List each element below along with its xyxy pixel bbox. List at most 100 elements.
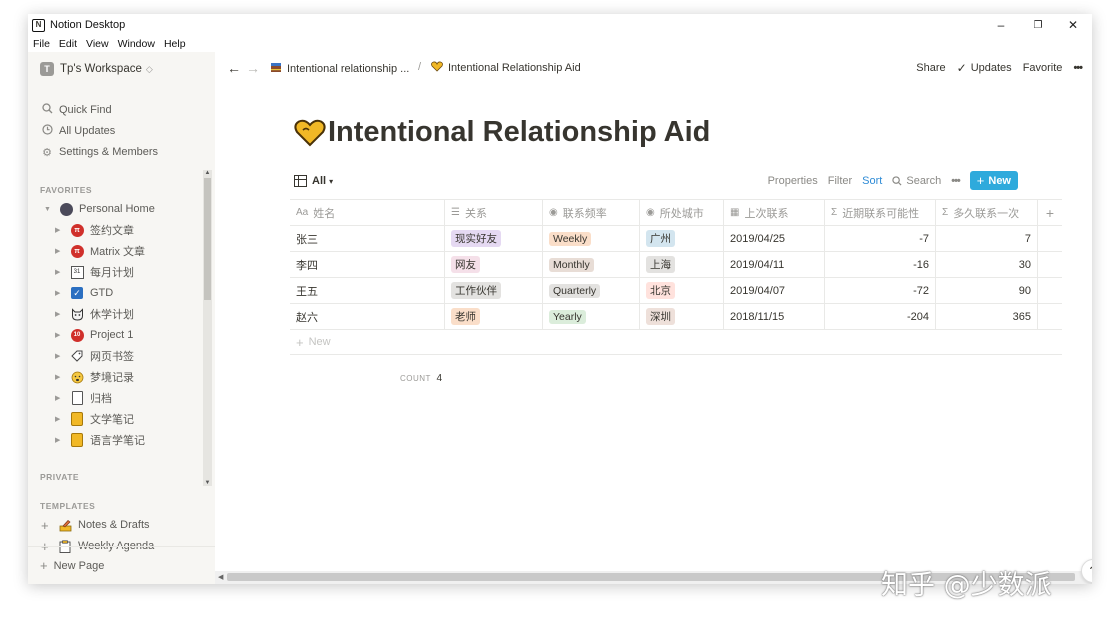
cell-frequency[interactable]: Monthly (543, 252, 640, 277)
expand-arrow-icon[interactable]: ▶ (55, 331, 65, 339)
sidebar-item-favorite[interactable]: ▶ 休学计划 (55, 305, 134, 323)
cell-city[interactable]: 上海 (640, 252, 724, 277)
breadcrumb-parent[interactable]: Intentional relationship ... (270, 61, 409, 76)
sidebar-item-personal-home[interactable]: ▼ Personal Home (44, 200, 155, 218)
cell-last-contact[interactable]: 2019/04/25 (724, 226, 825, 251)
cell-relation[interactable]: 网友 (445, 252, 543, 277)
cell-last-contact[interactable]: 2019/04/11 (724, 252, 825, 277)
sidebar-item-favorite[interactable]: ▶ 10 Project 1 (55, 326, 133, 344)
workspace-switcher[interactable]: T Tp's Workspace ◇ (40, 60, 153, 78)
plus-icon[interactable]: + (41, 518, 55, 533)
new-record-button[interactable]: + New (969, 171, 1018, 190)
expand-arrow-icon[interactable]: ▶ (55, 247, 65, 255)
search-button[interactable]: Search (892, 175, 941, 187)
cell-name[interactable]: 李四 (290, 252, 445, 277)
new-page-button[interactable]: + New Page (28, 546, 215, 584)
table-row[interactable]: 赵六 老师 Yearly 深圳 2018/11/15 -204 365 (290, 304, 1062, 330)
quick-find[interactable]: Quick Find (40, 101, 112, 119)
sort-button[interactable]: Sort (862, 175, 882, 187)
minimize-button[interactable]: – (984, 14, 1018, 36)
more-options-icon[interactable]: ••• (1073, 62, 1083, 74)
cell-city[interactable]: 北京 (640, 278, 724, 303)
expand-arrow-icon[interactable]: ▶ (55, 226, 65, 234)
cell-last-contact[interactable]: 2019/04/07 (724, 278, 825, 303)
sidebar-item-favorite[interactable]: ▶ 梦境记录 (55, 368, 134, 386)
cell-frequency[interactable]: Yearly (543, 304, 640, 329)
properties-button[interactable]: Properties (768, 175, 818, 187)
sidebar-item-favorite[interactable]: ▶ ✓ GTD (55, 284, 113, 302)
cell-interval[interactable]: 90 (936, 278, 1038, 303)
cell-likelihood[interactable]: -204 (825, 304, 936, 329)
expand-arrow-icon[interactable]: ▼ (44, 206, 54, 213)
expand-arrow-icon[interactable]: ▶ (55, 415, 65, 423)
cell-interval[interactable]: 7 (936, 226, 1038, 251)
all-updates[interactable]: All Updates (40, 122, 115, 140)
cell-name[interactable]: 赵六 (290, 304, 445, 329)
cell-city[interactable]: 深圳 (640, 304, 724, 329)
close-button[interactable]: ✕ (1056, 14, 1090, 36)
expand-arrow-icon[interactable]: ▶ (55, 352, 65, 360)
cell-likelihood[interactable]: -72 (825, 278, 936, 303)
menu-file[interactable]: File (33, 38, 50, 50)
updates-button[interactable]: ✓ Updates (957, 61, 1012, 75)
sidebar-scrollbar[interactable]: ▲ ▼ (203, 170, 212, 486)
cell-relation[interactable]: 工作伙伴 (445, 278, 543, 303)
filter-button[interactable]: Filter (828, 175, 852, 187)
sidebar-item-favorite[interactable]: ▶ 网页书签 (55, 347, 134, 365)
favorite-button[interactable]: Favorite (1023, 62, 1063, 74)
column-header-city[interactable]: ◉ 所处城市 (640, 200, 724, 225)
view-selector[interactable]: All ▾ (294, 175, 333, 187)
breadcrumb-current[interactable]: Intentional Relationship Aid (431, 61, 581, 75)
column-header-name[interactable]: Aa 姓名 (290, 200, 445, 225)
table-row[interactable]: 李四 网友 Monthly 上海 2019/04/11 -16 30 (290, 252, 1062, 278)
column-header-frequency[interactable]: ◉ 联系频率 (543, 200, 640, 225)
add-column-button[interactable]: + (1038, 200, 1062, 225)
column-header-interval[interactable]: Σ 多久联系一次 (936, 200, 1038, 225)
menu-view[interactable]: View (86, 38, 109, 50)
scroll-left-icon[interactable]: ◀ (218, 573, 223, 581)
table-row[interactable]: 张三 现实好友 Weekly 广州 2019/04/25 -7 7 (290, 226, 1062, 252)
page-title[interactable]: Intentional Relationship Aid (294, 116, 710, 149)
sidebar-item-favorite[interactable]: ▶ 归档 (55, 389, 112, 407)
sidebar-scroll-thumb[interactable] (204, 178, 211, 300)
expand-arrow-icon[interactable]: ▶ (55, 373, 65, 381)
sidebar-item-favorite[interactable]: ▶ 31 每月计划 (55, 263, 134, 281)
expand-arrow-icon[interactable]: ▶ (55, 268, 65, 276)
cell-interval[interactable]: 365 (936, 304, 1038, 329)
back-arrow-icon[interactable]: ← (227, 60, 241, 76)
menu-window[interactable]: Window (118, 38, 155, 50)
heart-icon[interactable] (294, 118, 326, 148)
table-row[interactable]: 王五 工作伙伴 Quarterly 北京 2019/04/07 -72 90 (290, 278, 1062, 304)
cell-interval[interactable]: 30 (936, 252, 1038, 277)
cell-frequency[interactable]: Quarterly (543, 278, 640, 303)
column-header-likelihood[interactable]: Σ 近期联系可能性 (825, 200, 936, 225)
sidebar-item-favorite[interactable]: ▶ π 签约文章 (55, 221, 134, 239)
maximize-button[interactable]: ❐ (1021, 14, 1055, 36)
expand-arrow-icon[interactable]: ▶ (55, 436, 65, 444)
cell-name[interactable]: 王五 (290, 278, 445, 303)
column-header-relation[interactable]: ☰ 关系 (445, 200, 543, 225)
cell-relation[interactable]: 现实好友 (445, 226, 543, 251)
share-button[interactable]: Share (916, 62, 945, 74)
cell-frequency[interactable]: Weekly (543, 226, 640, 251)
cell-relation[interactable]: 老师 (445, 304, 543, 329)
sidebar-item-favorite[interactable]: ▶ 语言学笔记 (55, 431, 145, 449)
expand-arrow-icon[interactable]: ▶ (55, 310, 65, 318)
column-header-last-contact[interactable]: ▦ 上次联系 (724, 200, 825, 225)
expand-arrow-icon[interactable]: ▶ (55, 394, 65, 402)
scroll-down-icon[interactable]: ▼ (203, 480, 212, 486)
menu-help[interactable]: Help (164, 38, 186, 50)
scroll-up-icon[interactable]: ▲ (203, 170, 212, 176)
sidebar-item-favorite[interactable]: ▶ π Matrix 文章 (55, 242, 145, 260)
cell-likelihood[interactable]: -16 (825, 252, 936, 277)
view-more-icon[interactable]: ••• (951, 175, 961, 187)
cell-last-contact[interactable]: 2018/11/15 (724, 304, 825, 329)
sidebar-item-template[interactable]: + Notes & Drafts (41, 516, 150, 534)
forward-arrow-icon[interactable]: → (246, 60, 260, 76)
cell-city[interactable]: 广州 (640, 226, 724, 251)
menu-edit[interactable]: Edit (59, 38, 77, 50)
sidebar-item-favorite[interactable]: ▶ 文学笔记 (55, 410, 134, 428)
cell-likelihood[interactable]: -7 (825, 226, 936, 251)
settings-members[interactable]: ⚙ Settings & Members (40, 143, 158, 161)
cell-name[interactable]: 张三 (290, 226, 445, 251)
